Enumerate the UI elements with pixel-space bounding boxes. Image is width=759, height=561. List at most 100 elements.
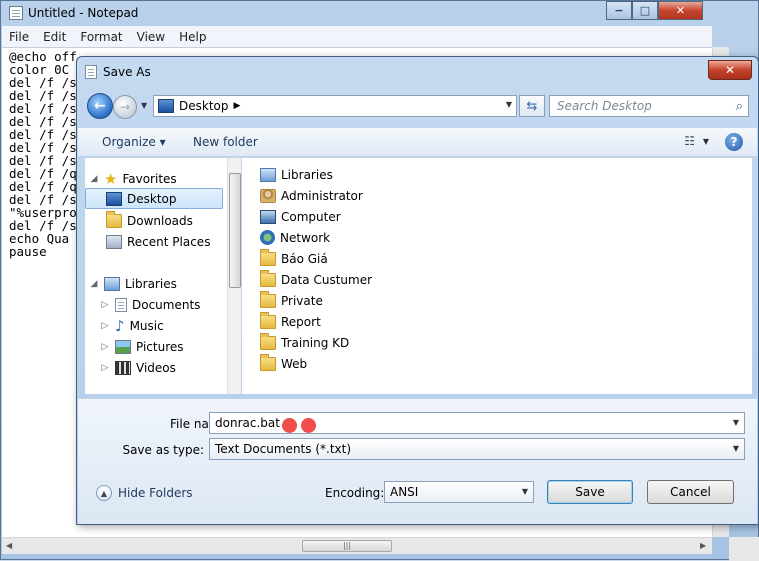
breadcrumb-arrow-icon[interactable]: ▶ [234, 101, 241, 111]
list-item[interactable]: Báo Giá [260, 248, 328, 269]
nav-label: Downloads [127, 213, 193, 228]
dialog-titlebar: Save As [85, 65, 151, 79]
menu-view[interactable]: View [130, 30, 172, 44]
view-options-icon[interactable]: ☷ [684, 134, 695, 148]
collapse-icon[interactable]: ▷ [100, 300, 110, 310]
file-name: Libraries [281, 167, 333, 182]
file-name-value: donrac.bat [215, 416, 280, 430]
notepad-titlebar: Untitled - Notepad [9, 4, 138, 22]
list-item[interactable]: Computer [260, 206, 341, 227]
refresh-button[interactable]: ⇆ [519, 95, 545, 117]
list-item[interactable]: Web [260, 353, 307, 374]
file-name: Private [281, 293, 323, 308]
file-name: Training KD [281, 335, 350, 350]
desktop-icon [106, 191, 122, 206]
scroll-left-icon[interactable]: ◀ [6, 541, 12, 550]
close-button[interactable]: ✕ [658, 1, 703, 20]
collapse-icon[interactable]: ▷ [100, 342, 110, 352]
videos-icon [115, 360, 131, 375]
nav-downloads[interactable]: Downloads [106, 210, 193, 231]
menu-bar: File Edit Format View Help [2, 26, 712, 47]
list-item[interactable]: Private [260, 290, 323, 311]
network-icon [260, 230, 275, 245]
resize-grip[interactable] [729, 537, 759, 561]
music-icon: ♪ [115, 316, 125, 335]
list-item[interactable]: Network [260, 227, 330, 248]
encoding-value: ANSI [390, 485, 419, 499]
maximize-button[interactable]: □ [632, 1, 658, 20]
collapse-icon[interactable]: ▷ [100, 363, 110, 373]
recent-locations-dropdown[interactable]: ▼ [141, 101, 147, 110]
nav-scrollbar[interactable] [227, 158, 241, 394]
expand-icon[interactable]: ◢ [89, 174, 99, 184]
hide-folders-button[interactable]: ▲ Hide Folders [96, 485, 193, 501]
chevron-down-icon[interactable]: ▼ [522, 487, 528, 496]
library-icon [104, 276, 120, 291]
nav-music[interactable]: ▷ ♪ Music [100, 315, 164, 336]
nav-documents[interactable]: ▷ Documents [100, 294, 200, 315]
notepad-icon [9, 6, 23, 20]
address-dropdown-icon[interactable]: ▼ [506, 100, 512, 109]
encoding-select[interactable]: ANSI ▼ [384, 481, 534, 503]
list-item[interactable]: Data Custumer [260, 269, 372, 290]
address-bar[interactable]: Desktop ▶ ▼ [153, 95, 517, 117]
nav-scroll-thumb[interactable] [229, 173, 241, 288]
save-button[interactable]: Save [547, 480, 633, 504]
nav-libraries[interactable]: ◢ Libraries [89, 273, 177, 294]
file-name: Báo Giá [281, 251, 328, 266]
menu-help[interactable]: Help [172, 30, 213, 44]
encoding-label: Encoding: [325, 486, 385, 500]
file-name: Report [281, 314, 321, 329]
cancel-button[interactable]: Cancel [647, 480, 734, 504]
list-item[interactable]: Libraries [260, 164, 333, 185]
menu-edit[interactable]: Edit [36, 30, 73, 44]
horizontal-scrollbar[interactable]: ◀ ||| ▶ [2, 537, 712, 554]
caption-buttons: − □ ✕ [606, 1, 703, 20]
list-item[interactable]: Report [260, 311, 321, 332]
notepad-title: Untitled - Notepad [28, 6, 139, 20]
file-name: Data Custumer [281, 272, 373, 287]
list-item[interactable]: Training KD [260, 332, 349, 353]
downloads-folder-icon [106, 210, 122, 228]
scroll-thumb[interactable]: ||| [302, 540, 392, 552]
minimize-button[interactable]: − [606, 1, 632, 20]
dialog-close-button[interactable]: ✕ [708, 60, 752, 80]
address-text: Desktop [179, 99, 229, 113]
scroll-right-icon[interactable]: ▶ [700, 541, 706, 550]
nav-label: Documents [132, 297, 201, 312]
back-button[interactable]: ← [87, 93, 113, 119]
refresh-icon: ⇆ [526, 98, 538, 114]
nav-recent-places[interactable]: Recent Places [106, 231, 210, 252]
save-type-label: Save as type: [122, 443, 204, 457]
search-placeholder: Search Desktop [557, 99, 652, 113]
help-button[interactable]: ? [725, 133, 743, 151]
new-folder-button[interactable]: New folder [193, 135, 258, 149]
folder-icon [260, 269, 276, 287]
menu-format[interactable]: Format [73, 30, 129, 44]
chevron-up-icon: ▲ [96, 485, 112, 501]
save-type-select[interactable]: Text Documents (*.txt) ▼ [209, 438, 745, 460]
file-name-field[interactable]: donrac.bat ▼ [209, 412, 745, 434]
nav-label: Music [129, 318, 164, 333]
nav-label: Recent Places [127, 234, 211, 249]
forward-button[interactable]: → [113, 95, 137, 119]
expand-icon[interactable]: ◢ [89, 279, 99, 289]
organize-button[interactable]: Organize ▾ [102, 135, 166, 149]
file-name-dropdown-icon[interactable]: ▼ [733, 418, 739, 427]
nav-videos[interactable]: ▷ Videos [100, 357, 176, 378]
nav-pictures[interactable]: ▷ Pictures [100, 336, 184, 357]
nav-favorites[interactable]: ◢ ★ Favorites [89, 168, 177, 189]
view-dropdown-icon[interactable]: ▼ [703, 137, 709, 146]
list-item[interactable]: Administrator [260, 185, 363, 206]
search-icon[interactable]: ⌕ [736, 99, 743, 114]
pictures-icon [115, 339, 131, 354]
file-name: Computer [281, 209, 341, 224]
search-input[interactable]: Search Desktop ⌕ [549, 95, 749, 117]
menu-file[interactable]: File [2, 30, 36, 44]
collapse-icon[interactable]: ▷ [100, 321, 110, 331]
chevron-down-icon[interactable]: ▼ [733, 444, 739, 453]
nav-desktop[interactable]: Desktop [85, 188, 223, 209]
navigation-pane: ◢ ★ Favorites Desktop Downloads Recent P… [85, 158, 235, 394]
nav-label: Pictures [136, 339, 184, 354]
star-icon: ★ [104, 169, 118, 188]
